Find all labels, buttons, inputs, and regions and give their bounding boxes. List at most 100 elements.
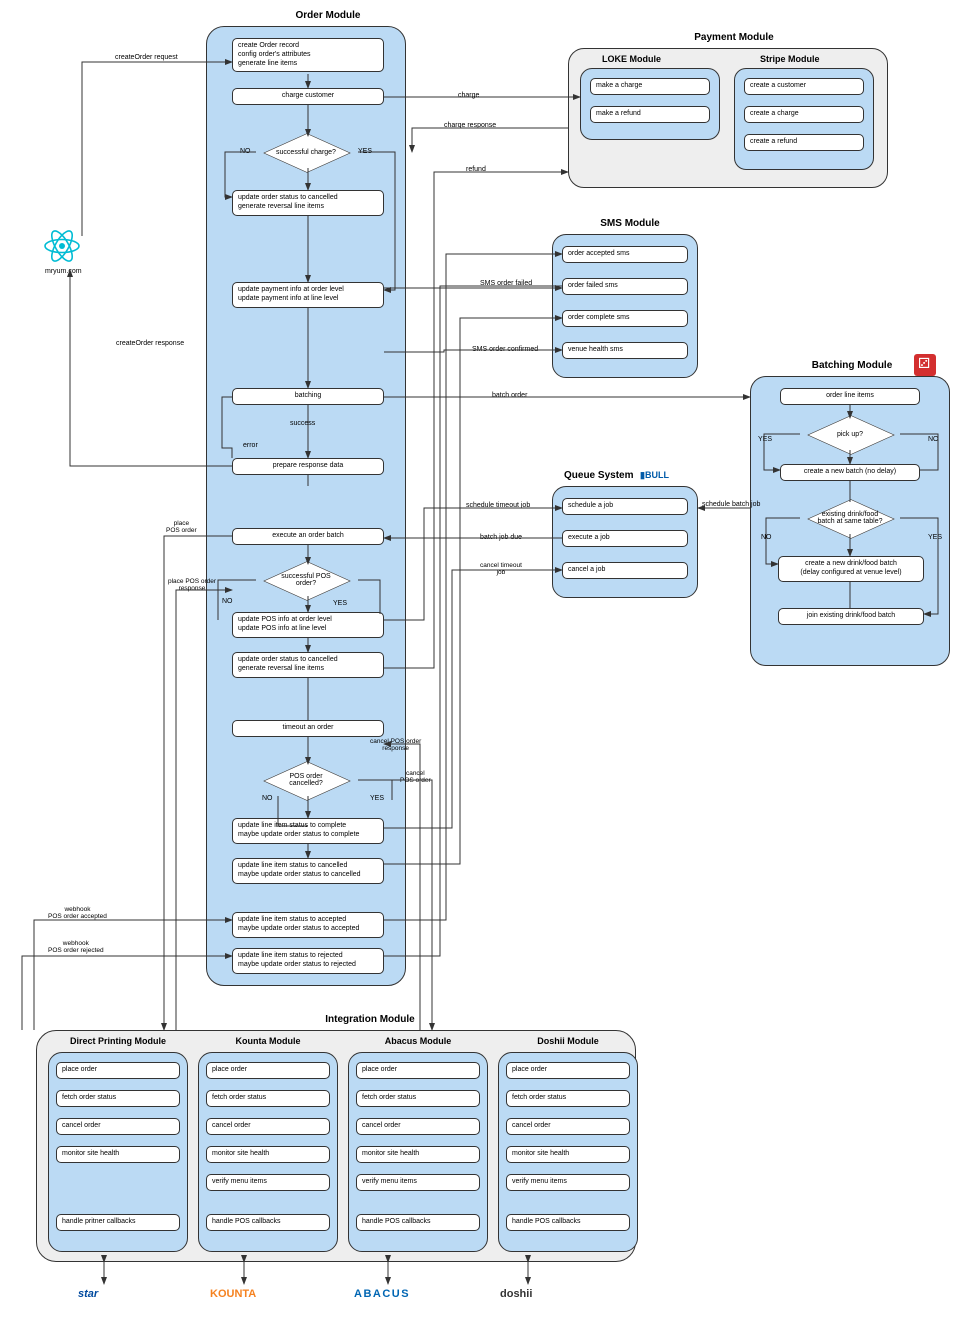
- label-charge-resp: charge response: [444, 122, 496, 129]
- q-pickup: pick up?: [790, 414, 910, 454]
- bull-text: BULL: [645, 470, 669, 480]
- abacus-logo: ABACUS: [354, 1288, 410, 1300]
- label-batch-order: batch order: [492, 392, 527, 399]
- label-batch-job-due: batch job due: [480, 534, 522, 541]
- integration-item: verify menu items: [206, 1174, 330, 1191]
- integration-item: fetch order status: [506, 1090, 630, 1107]
- q-pos-label: successful POS order?: [246, 560, 366, 600]
- batch-order-items: order line items: [780, 388, 920, 405]
- batch-new: create a new batch (no delay): [780, 464, 920, 481]
- error-label: error: [243, 442, 258, 449]
- order-timeout: timeout an order: [232, 720, 384, 737]
- order-module-title: Order Module: [268, 10, 388, 21]
- sms-2: order complete sms: [562, 310, 688, 327]
- queue-title: Queue System: [564, 470, 633, 481]
- q-charge-label: successful charge?: [246, 132, 366, 172]
- label-webhook-accepted: webhook POS order accepted: [48, 906, 107, 920]
- order-cancel1: update order status to cancelled generat…: [232, 190, 384, 216]
- stripe-2: create a refund: [744, 134, 864, 151]
- q-existing-label: existing drink/food batch at same table?: [790, 498, 910, 538]
- label-charge: charge: [458, 92, 479, 99]
- stripe-title: Stripe Module: [760, 54, 820, 64]
- order-payinfo: update payment info at order level updat…: [232, 282, 384, 308]
- loke-0: make a charge: [590, 78, 710, 95]
- order-exec-batch: execute an order batch: [232, 528, 384, 545]
- order-complete: update line item status to complete mayb…: [232, 818, 384, 844]
- label-createorder-res: createOrder response: [116, 340, 184, 347]
- yes-3: YES: [370, 795, 384, 802]
- integration-item: handle POS callbacks: [506, 1214, 630, 1231]
- order-rejected-box: update line item status to rejected mayb…: [232, 948, 384, 974]
- no-existing: NO: [761, 534, 772, 541]
- integration-item: place order: [206, 1062, 330, 1079]
- stripe-1: create a charge: [744, 106, 864, 123]
- order-cancelled-box: update line item status to cancelled may…: [232, 858, 384, 884]
- integration-sub-title: Abacus Module: [354, 1036, 482, 1046]
- integration-item: fetch order status: [356, 1090, 480, 1107]
- integration-title: Integration Module: [300, 1014, 440, 1025]
- label-webhook-rejected: webhook POS order rejected: [48, 940, 104, 954]
- q-pos: successful POS order?: [246, 560, 366, 600]
- label-place-pos-resp: place POS order response: [168, 578, 216, 592]
- react-icon: [42, 226, 82, 266]
- integration-item: place order: [356, 1062, 480, 1079]
- doshii-logo: doshii: [500, 1288, 532, 1300]
- bull-logo: ▮BULL: [640, 470, 669, 481]
- label-refund: refund: [466, 166, 486, 173]
- q-pickup-label: pick up?: [790, 414, 910, 454]
- label-cancel-timeout: cancel timeout job: [480, 562, 522, 576]
- integration-item: handle POS callbacks: [206, 1214, 330, 1231]
- order-charge: charge customer: [232, 88, 384, 105]
- batch-newdrink: create a new drink/food batch (delay con…: [778, 556, 924, 582]
- no-pickup: NO: [928, 436, 939, 443]
- sms-1: order failed sms: [562, 278, 688, 295]
- integration-item: place order: [506, 1062, 630, 1079]
- sms-module-title: SMS Module: [580, 218, 680, 229]
- order-prepare: prepare response data: [232, 458, 384, 475]
- queue-2: cancel a job: [562, 562, 688, 579]
- integration-item: cancel order: [206, 1118, 330, 1135]
- order-cancel2: update order status to cancelled generat…: [232, 652, 384, 678]
- q-cancelled: POS order cancelled?: [246, 760, 366, 800]
- q-cancelled-label: POS order cancelled?: [246, 760, 366, 800]
- stripe-0: create a customer: [744, 78, 864, 95]
- integration-item: cancel order: [356, 1118, 480, 1135]
- integration-sub-title: Kounta Module: [204, 1036, 332, 1046]
- label-sms-failed: SMS order failed: [480, 280, 532, 287]
- sms-3: venue health sms: [562, 342, 688, 359]
- label-schedule-batch: schedule batch job: [702, 501, 760, 508]
- integration-item: fetch order status: [56, 1090, 180, 1107]
- integration-item: verify menu items: [356, 1174, 480, 1191]
- batch-join: join existing drink/food batch: [778, 608, 924, 625]
- label-createorder-req: createOrder request: [115, 54, 178, 61]
- order-accepted-box: update line item status to accepted mayb…: [232, 912, 384, 938]
- integration-item: place order: [56, 1062, 180, 1079]
- integration-item: handle POS callbacks: [356, 1214, 480, 1231]
- integration-item: fetch order status: [206, 1090, 330, 1107]
- kounta-logo: KOUNTA: [210, 1288, 256, 1300]
- integration-item: monitor site health: [356, 1146, 480, 1163]
- integration-item: cancel order: [506, 1118, 630, 1135]
- loke-title: LOKE Module: [602, 54, 661, 64]
- star-logo: star: [78, 1288, 98, 1300]
- integration-item: cancel order: [56, 1118, 180, 1135]
- integration-item: monitor site health: [506, 1146, 630, 1163]
- batching-title: Batching Module: [792, 360, 912, 371]
- q-charge: successful charge?: [246, 132, 366, 172]
- integration-item: monitor site health: [56, 1146, 180, 1163]
- label-place-pos: place POS order: [166, 520, 197, 534]
- label-cancel-pos-resp: cancel POS order response: [370, 738, 421, 752]
- q-existing: existing drink/food batch at same table?: [790, 498, 910, 538]
- integration-sub-title: Direct Printing Module: [54, 1036, 182, 1046]
- sms-0: order accepted sms: [562, 246, 688, 263]
- label-sms-confirmed: SMS order confirmed: [472, 346, 538, 353]
- label-schedule-timeout: schedule timeout job: [466, 502, 530, 509]
- integration-sub-title: Doshii Module: [504, 1036, 632, 1046]
- queue-0: schedule a job: [562, 498, 688, 515]
- loke-1: make a refund: [590, 106, 710, 123]
- redis-icon: [914, 354, 936, 376]
- integration-item: verify menu items: [506, 1174, 630, 1191]
- yes-pickup: YES: [758, 436, 772, 443]
- order-batching: batching: [232, 388, 384, 405]
- label-cancel-pos: cancel POS order: [400, 770, 431, 784]
